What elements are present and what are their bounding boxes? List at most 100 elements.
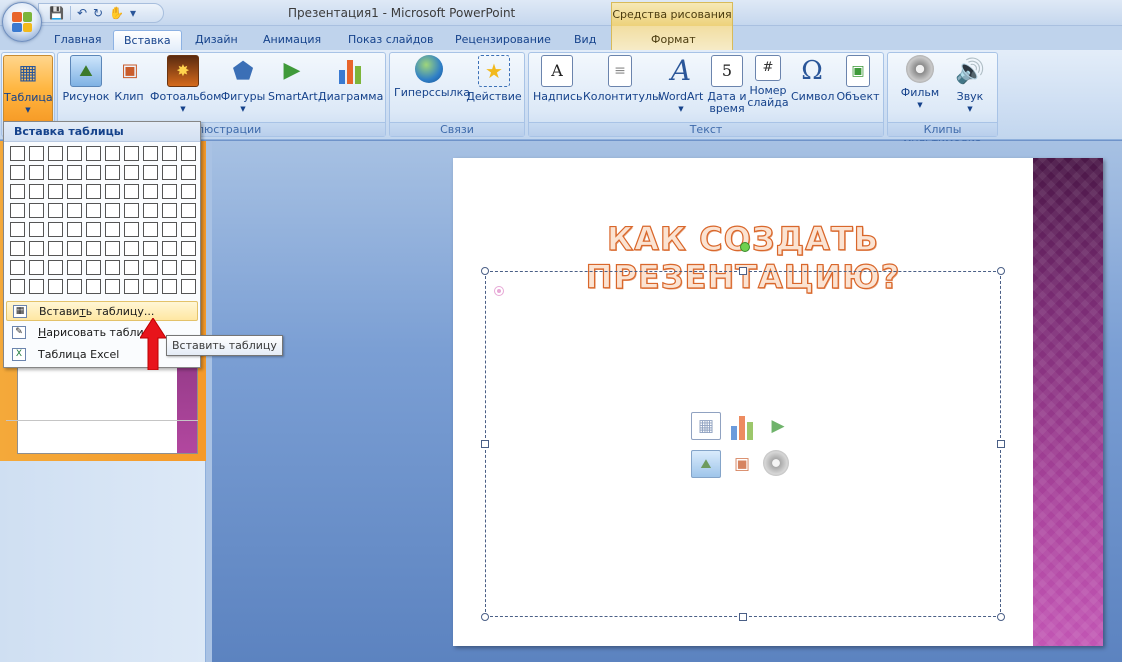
grid-cell[interactable]	[67, 203, 82, 218]
grid-cell[interactable]	[181, 241, 196, 256]
date-time-button[interactable]: 5 Дата и время	[707, 55, 747, 121]
grid-cell[interactable]	[29, 222, 44, 237]
textbox-button[interactable]: A Надпись	[533, 55, 583, 121]
grid-cell[interactable]	[86, 241, 101, 256]
tab-slideshow[interactable]: Показ слайдов	[338, 30, 444, 50]
resize-handle[interactable]	[997, 440, 1005, 448]
grid-cell[interactable]	[48, 222, 63, 237]
grid-cell[interactable]	[10, 241, 25, 256]
save-icon[interactable]: 💾	[49, 7, 64, 19]
grid-cell[interactable]	[181, 260, 196, 275]
grid-cell[interactable]	[10, 260, 25, 275]
resize-handle[interactable]	[481, 613, 489, 621]
insert-media-icon[interactable]	[763, 450, 789, 476]
grid-cell[interactable]	[29, 203, 44, 218]
grid-cell[interactable]	[162, 260, 177, 275]
grid-cell[interactable]	[181, 222, 196, 237]
grid-cell[interactable]	[105, 279, 120, 294]
grid-cell[interactable]	[67, 260, 82, 275]
grid-cell[interactable]	[143, 222, 158, 237]
redo-icon[interactable]: ↻	[93, 7, 103, 19]
grid-cell[interactable]	[162, 203, 177, 218]
rotation-handle[interactable]	[740, 242, 750, 252]
chart-button[interactable]: Диаграмма	[318, 55, 383, 121]
grid-cell[interactable]	[124, 260, 139, 275]
grid-cell[interactable]	[124, 222, 139, 237]
symbol-button[interactable]: Ω Символ	[791, 55, 834, 121]
tab-home[interactable]: Главная	[44, 30, 112, 50]
slide-canvas[interactable]: КАК СОЗДАТЬ ПРЕЗЕНТАЦИЮ? ▦ ▶ ⛰ ▣	[453, 158, 1103, 646]
grid-cell[interactable]	[162, 222, 177, 237]
resize-handle[interactable]	[997, 613, 1005, 621]
insert-clipart-icon[interactable]: ▣	[727, 450, 757, 478]
resize-handle[interactable]	[481, 267, 489, 275]
grid-cell[interactable]	[124, 203, 139, 218]
grid-cell[interactable]	[48, 203, 63, 218]
grid-cell[interactable]	[143, 260, 158, 275]
hand-icon[interactable]: ✋	[109, 7, 124, 19]
header-footer-button[interactable]: ≡ Колонтитулы	[583, 55, 661, 121]
grid-cell[interactable]	[143, 146, 158, 161]
grid-cell[interactable]	[162, 279, 177, 294]
grid-cell[interactable]	[143, 203, 158, 218]
grid-cell[interactable]	[86, 203, 101, 218]
customize-icon[interactable]: ▾	[130, 7, 136, 19]
grid-cell[interactable]	[48, 184, 63, 199]
grid-cell[interactable]	[29, 146, 44, 161]
clip-button[interactable]: ▣ Клип	[114, 55, 144, 121]
grid-cell[interactable]	[29, 260, 44, 275]
grid-cell[interactable]	[67, 184, 82, 199]
insert-smartart-icon[interactable]: ▶	[763, 412, 793, 440]
object-button[interactable]: ▣ Объект	[835, 55, 881, 121]
grid-cell[interactable]	[10, 279, 25, 294]
grid-cell[interactable]	[181, 279, 196, 294]
grid-cell[interactable]	[124, 165, 139, 180]
grid-cell[interactable]	[86, 146, 101, 161]
grid-cell[interactable]	[105, 165, 120, 180]
grid-cell[interactable]	[29, 241, 44, 256]
photo-album-button[interactable]: ✸ Фотоальбом ▼	[150, 55, 221, 121]
grid-cell[interactable]	[124, 279, 139, 294]
grid-cell[interactable]	[162, 241, 177, 256]
grid-cell[interactable]	[48, 279, 63, 294]
menu-item-insert-table[interactable]: ▦ Вставить таблицу...	[6, 301, 198, 321]
grid-cell[interactable]	[124, 146, 139, 161]
grid-cell[interactable]	[181, 203, 196, 218]
tab-format[interactable]: Формат	[641, 30, 706, 50]
movie-button[interactable]: Фильм ▼	[894, 55, 946, 121]
tab-design[interactable]: Дизайн	[185, 30, 248, 50]
grid-cell[interactable]	[48, 241, 63, 256]
tab-animation[interactable]: Анимация	[253, 30, 331, 50]
grid-cell[interactable]	[124, 241, 139, 256]
grid-cell[interactable]	[105, 184, 120, 199]
insert-picture-icon[interactable]: ⛰	[691, 450, 721, 478]
resize-handle[interactable]	[739, 613, 747, 621]
grid-cell[interactable]	[10, 165, 25, 180]
grid-cell[interactable]	[67, 279, 82, 294]
content-placeholder[interactable]: ▦ ▶ ⛰ ▣	[485, 271, 1001, 617]
grid-cell[interactable]	[29, 184, 44, 199]
grid-cell[interactable]	[10, 146, 25, 161]
grid-cell[interactable]	[29, 165, 44, 180]
tab-insert[interactable]: Вставка	[113, 30, 182, 50]
grid-cell[interactable]	[181, 146, 196, 161]
sound-button[interactable]: 🔊 Звук ▼	[946, 55, 994, 121]
grid-cell[interactable]	[86, 184, 101, 199]
hyperlink-button[interactable]: Гиперссылка	[394, 55, 470, 121]
grid-cell[interactable]	[67, 165, 82, 180]
shapes-button[interactable]: ⬟ Фигуры ▼	[220, 55, 266, 121]
picture-button[interactable]: ⛰ Рисунок	[62, 55, 110, 121]
grid-cell[interactable]	[48, 260, 63, 275]
resize-handle[interactable]	[739, 267, 747, 275]
table-size-grid[interactable]	[10, 146, 196, 294]
grid-cell[interactable]	[162, 184, 177, 199]
office-button[interactable]	[2, 2, 42, 42]
grid-cell[interactable]	[86, 279, 101, 294]
panel-splitter[interactable]	[206, 141, 212, 662]
resize-handle[interactable]	[997, 267, 1005, 275]
grid-cell[interactable]	[86, 165, 101, 180]
grid-cell[interactable]	[67, 146, 82, 161]
grid-cell[interactable]	[48, 146, 63, 161]
grid-cell[interactable]	[143, 165, 158, 180]
grid-cell[interactable]	[105, 241, 120, 256]
